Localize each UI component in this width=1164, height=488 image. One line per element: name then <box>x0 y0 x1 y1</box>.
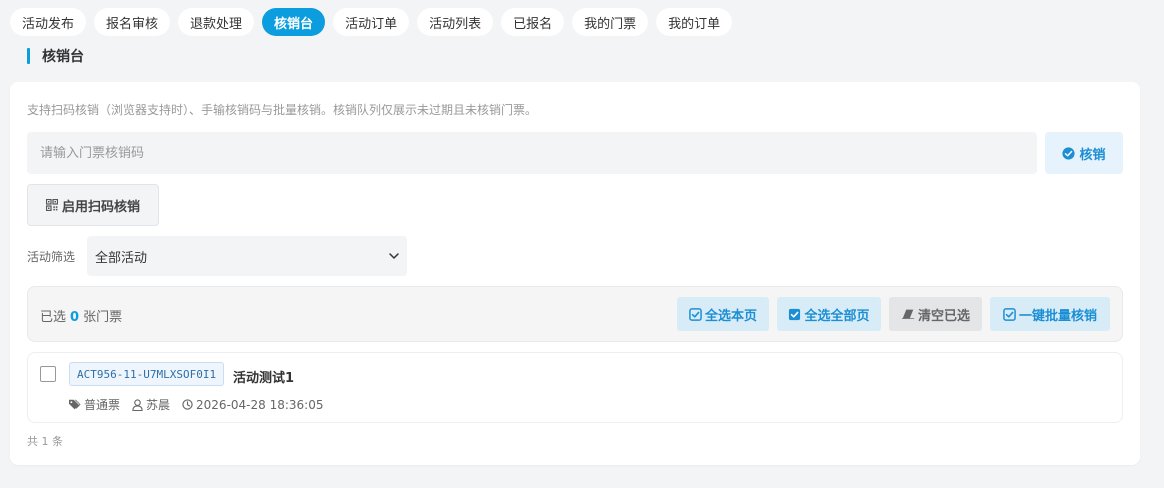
description-text: 支持扫码核销（浏览器支持时）、手输核销码与批量核销。核销队列仅展示未过期且未核销… <box>27 103 538 117</box>
check-square-icon <box>1003 307 1016 321</box>
tab-my-tickets[interactable]: 我的门票 <box>572 8 649 36</box>
verify-button-label: 核销 <box>1079 147 1106 163</box>
selected-suffix: 张门票 <box>83 310 123 325</box>
total-count-text: 共 1 条 <box>27 435 63 448</box>
verification-card: 支持扫码核销（浏览器支持时）、手输核销码与批量核销。核销队列仅展示未过期且未核销… <box>10 82 1140 465</box>
select-page-label: 全选本页 <box>704 308 757 324</box>
tab-activity-orders[interactable]: 活动订单 <box>333 8 410 36</box>
batch-verify-button[interactable]: 一键批量核销 <box>990 297 1110 331</box>
title-accent-bar <box>27 48 30 64</box>
chevron-down-icon <box>389 253 399 259</box>
clear-selection-label: 清空已选 <box>917 308 970 324</box>
ticket-holder: 苏晨 <box>132 396 170 413</box>
ticket-code-input[interactable] <box>27 132 1037 174</box>
section-header: 核销台 <box>27 46 84 66</box>
tab-registered[interactable]: 已报名 <box>501 8 565 36</box>
tab-registration-review[interactable]: 报名审核 <box>94 8 171 36</box>
activity-filter-select[interactable]: 全部活动 <box>87 236 407 276</box>
ticket-code-tag: ACT956-11-U7MLXSOF0I1 <box>69 362 225 386</box>
ticket-holder-name: 苏晨 <box>146 398 171 412</box>
tab-verification-desk[interactable]: 核销台 <box>262 8 326 36</box>
enable-scan-button[interactable]: 启用扫码核销 <box>27 184 159 226</box>
tab-bar: 活动发布 报名审核 退款处理 核销台 活动订单 活动列表 已报名 我的门票 我的… <box>10 8 733 36</box>
user-icon <box>132 398 143 411</box>
activity-filter-label: 活动筛选 <box>27 250 76 264</box>
ticket-checkbox[interactable] <box>40 366 56 382</box>
selected-prefix: 已选 <box>40 310 67 325</box>
verify-button[interactable]: 核销 <box>1045 132 1123 174</box>
ticket-item: ACT956-11-U7MLXSOF0I1 活动测试1 普通票 苏晨 2026-… <box>27 352 1123 423</box>
eraser-icon <box>901 308 915 320</box>
check-square-icon <box>689 307 702 321</box>
tab-refund-processing[interactable]: 退款处理 <box>178 8 255 36</box>
select-all-pages-button[interactable]: 全选全部页 <box>777 297 881 331</box>
check-circle-icon <box>1062 146 1076 160</box>
ticket-type-label: 普通票 <box>84 398 121 412</box>
ticket-meta: 普通票 苏晨 2026-04-28 18:36:05 <box>68 396 323 413</box>
check-square-filled-icon <box>788 308 801 321</box>
batch-verify-label: 一键批量核销 <box>1018 308 1097 324</box>
batch-toolbar: 已选 0 张门票 全选本页 全选全部页 清空已选 一键批量核销 <box>27 286 1123 342</box>
activity-filter-value: 全部活动 <box>95 250 148 266</box>
clock-icon <box>182 399 193 410</box>
select-all-pages-label: 全选全部页 <box>804 308 870 324</box>
selected-count: 0 <box>70 310 80 325</box>
tab-my-orders[interactable]: 我的订单 <box>656 8 733 36</box>
clear-selection-button[interactable]: 清空已选 <box>889 297 982 331</box>
selected-count-text: 已选 0 张门票 <box>40 306 122 325</box>
ticket-type: 普通票 <box>68 396 120 413</box>
ticket-time: 2026-04-28 18:36:05 <box>182 398 323 412</box>
tab-activity-publish[interactable]: 活动发布 <box>10 8 87 36</box>
qrcode-icon <box>45 199 58 211</box>
page-title: 核销台 <box>42 49 84 65</box>
select-page-button[interactable]: 全选本页 <box>677 297 769 331</box>
ticket-time-text: 2026-04-28 18:36:05 <box>196 397 324 412</box>
tag-icon <box>68 399 81 410</box>
tab-activity-list[interactable]: 活动列表 <box>417 8 494 36</box>
ticket-activity-name: 活动测试1 <box>233 371 295 386</box>
enable-scan-label: 启用扫码核销 <box>61 199 140 215</box>
